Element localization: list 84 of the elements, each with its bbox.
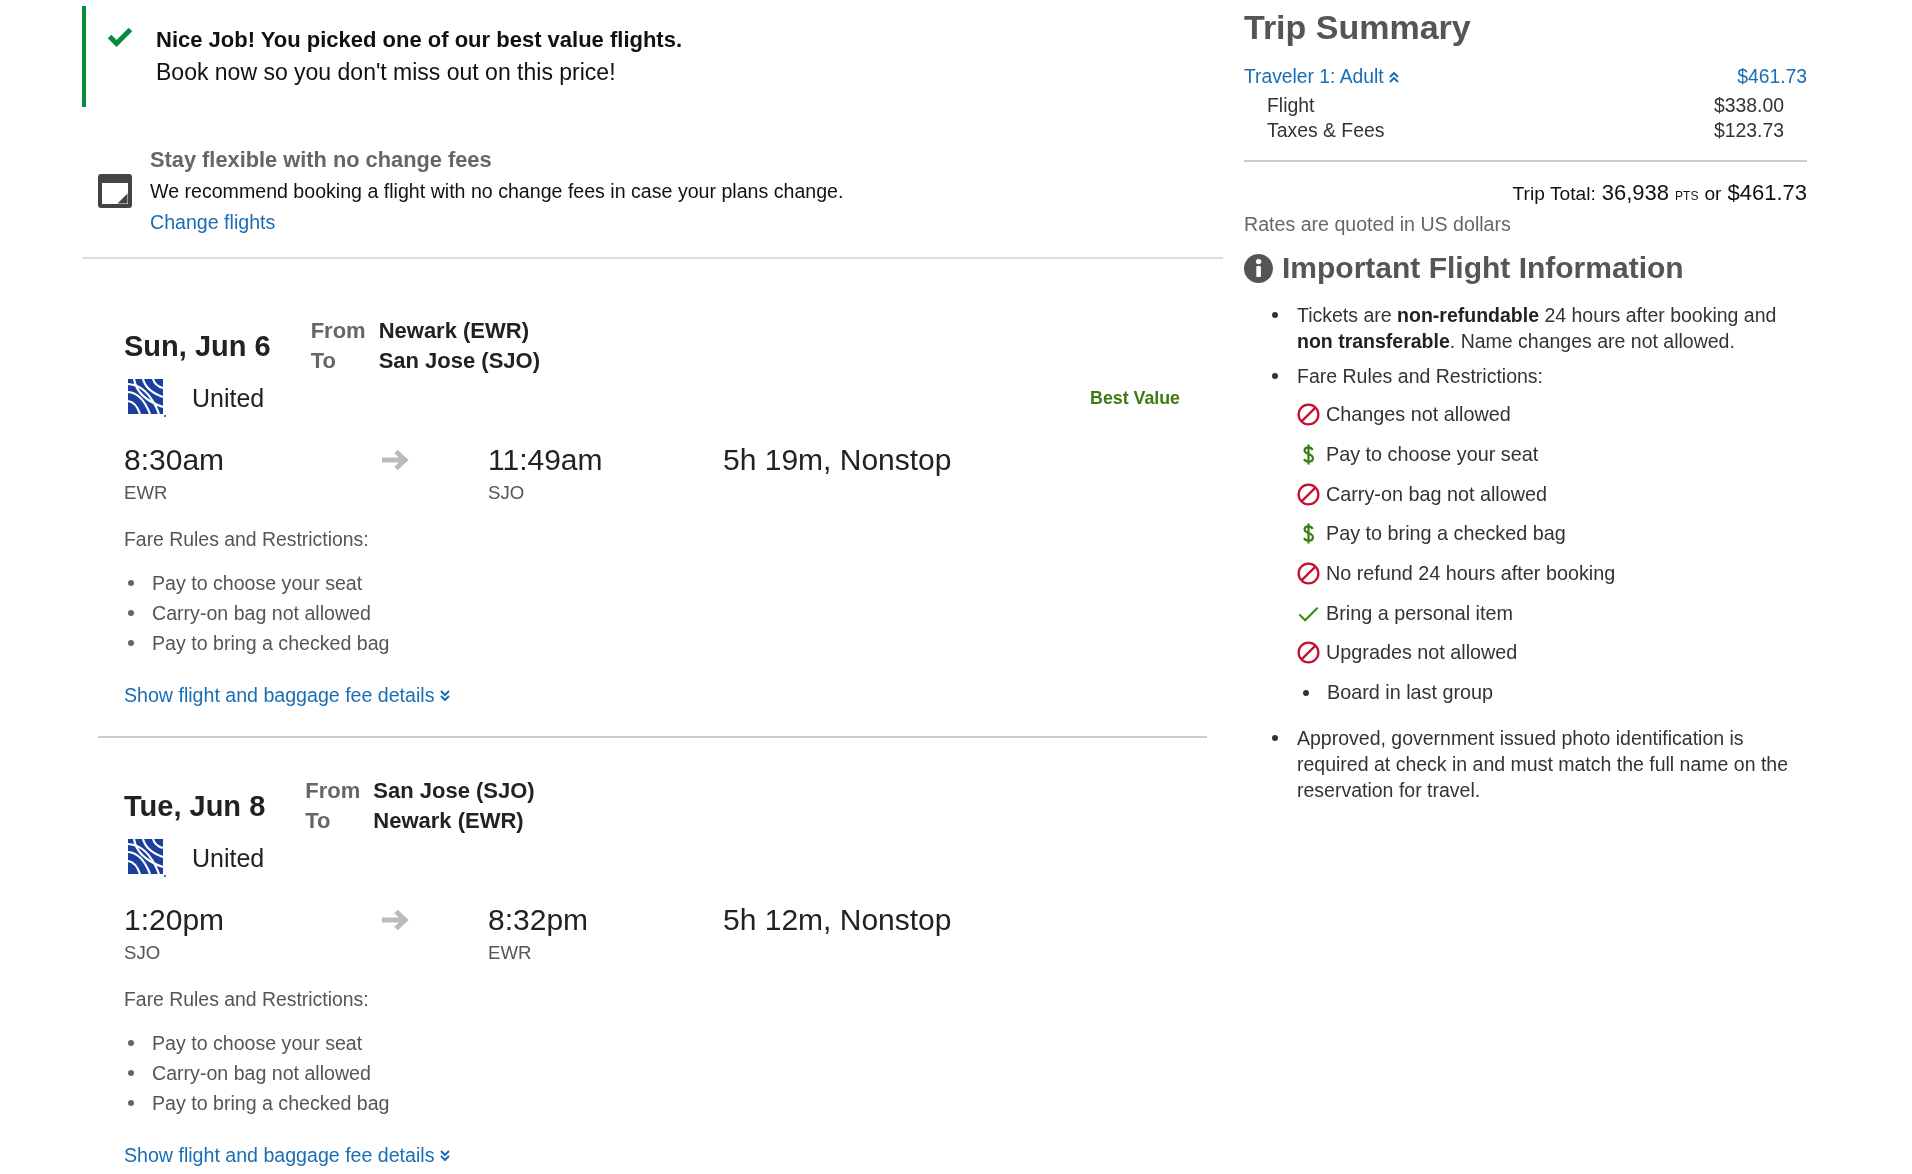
- flight-date: Sun, Jun 6: [124, 329, 271, 363]
- best-value-label: Best Value: [1090, 387, 1180, 409]
- arrow-right-icon: [380, 448, 410, 472]
- no-entry-icon: [1297, 641, 1320, 665]
- fare-rule-item: No refund 24 hours after booking: [1326, 562, 1616, 586]
- fare-rule-item: Pay to bring a checked bag: [152, 631, 390, 656]
- price-label: Flight: [1267, 93, 1315, 118]
- flight-date: Tue, Jun 8: [124, 789, 266, 823]
- bullet-icon: [128, 1040, 134, 1046]
- fare-rules-heading: Fare Rules and Restrictions:: [124, 527, 370, 551]
- flight-duration: 5h 12m, Nonstop: [723, 903, 952, 937]
- to-label: To: [310, 347, 337, 375]
- arrival-airport-code: EWR: [488, 941, 532, 965]
- traveler-price: $461.73: [1737, 65, 1807, 89]
- flight-details-link[interactable]: Show flight and baggage fee details: [124, 1143, 451, 1167]
- fare-rule-item: Pay to bring a checked bag: [152, 1091, 390, 1116]
- bullet-icon: [128, 1070, 134, 1076]
- departure-time: 1:20pm: [124, 903, 225, 937]
- points-unit: PTS: [1675, 188, 1699, 205]
- info-text: Approved, government issued photo identification is required at check in and must match the full name on the reservation for travel.: [1297, 725, 1790, 803]
- flight-duration: 5h 19m, Nonstop: [723, 443, 952, 477]
- fare-rule-item: Pay to bring a checked bag: [1326, 522, 1566, 546]
- bullet-icon: [1272, 373, 1278, 379]
- fare-rule-item: Carry-on bag not allowed: [152, 601, 371, 626]
- notice-title: Stay flexible with no change fees: [150, 147, 492, 173]
- price-label: Taxes & Fees: [1267, 118, 1385, 143]
- departure-airport-code: EWR: [124, 481, 168, 505]
- arrival-airport-code: SJO: [488, 481, 525, 505]
- airline-name: United: [192, 383, 265, 413]
- info-title: Important Flight Information: [1282, 250, 1684, 286]
- from-label: From: [305, 777, 361, 805]
- fare-rule-item: Changes not allowed: [1326, 403, 1511, 427]
- no-entry-icon: [1297, 482, 1320, 506]
- bullet-icon: [1272, 734, 1278, 741]
- change-flights-link[interactable]: Change flights: [150, 209, 276, 235]
- traveler-toggle[interactable]: Traveler 1: Adult: [1244, 65, 1399, 89]
- calendar-icon: [98, 174, 132, 208]
- rates-note: Rates are quoted in US dollars: [1244, 212, 1512, 236]
- fare-rule-item: Board in last group: [1327, 681, 1494, 705]
- to-label: To: [305, 807, 332, 835]
- fare-rule-item: Carry-on bag not allowed: [152, 1061, 371, 1086]
- flight-details-link[interactable]: Show flight and baggage fee details: [124, 683, 451, 707]
- check-icon: [108, 27, 132, 47]
- fare-rules-heading: Fare Rules and Restrictions:: [124, 987, 370, 1011]
- fare-rule-item: Upgrades not allowed: [1326, 641, 1518, 665]
- bullet-icon: [128, 580, 134, 586]
- fare-rule-item: Pay to choose your seat: [1326, 443, 1539, 467]
- fare-rule-item: Pay to choose your seat: [152, 571, 363, 596]
- fare-rule-item: Bring a personal item: [1326, 601, 1513, 625]
- info-text: Tickets are non-refundable 24 hours after booking and non transferable. Name changes are not allowed.: [1297, 303, 1778, 354]
- price-amount: $338.00: [1713, 93, 1784, 118]
- bullet-icon: [1272, 312, 1278, 318]
- bullet-icon: [128, 610, 134, 616]
- from-label: From: [310, 317, 366, 345]
- price-amount: $123.73: [1713, 118, 1784, 143]
- total-conjunction: or: [1704, 182, 1722, 206]
- no-entry-icon: [1297, 403, 1320, 427]
- departure-airport-code: SJO: [124, 941, 161, 965]
- bullet-icon: [128, 1100, 134, 1106]
- departure-time: 8:30am: [124, 443, 225, 477]
- summary-title: Trip Summary: [1244, 7, 1472, 47]
- globe-logo-icon: [128, 839, 166, 877]
- total-points: 36,938: [1601, 179, 1670, 207]
- arrival-time: 11:49am: [488, 443, 603, 477]
- bullet-icon: [1303, 689, 1309, 696]
- banner-title: Nice Job! You picked one of our best value flights.: [156, 26, 683, 54]
- arrow-right-icon: [380, 908, 410, 932]
- info-text: Fare Rules and Restrictions:: [1297, 364, 1545, 389]
- banner-message: Book now so you don't miss out on this price!: [156, 58, 617, 86]
- fare-rule-item: Carry-on bag not allowed: [1326, 482, 1547, 506]
- origin-airport: Newark (EWR): [378, 317, 530, 345]
- bullet-icon: [128, 640, 134, 646]
- no-entry-icon: [1297, 562, 1320, 586]
- total-label: Trip Total:: [1512, 182, 1596, 206]
- origin-airport: San Jose (SJO): [373, 777, 535, 805]
- notice-message: We recommend booking a flight with no change fees in case your plans change.: [150, 179, 844, 204]
- arrival-time: 8:32pm: [488, 903, 589, 937]
- globe-logo-icon: [128, 379, 166, 417]
- destination-airport: Newark (EWR): [373, 807, 525, 835]
- destination-airport: San Jose (SJO): [378, 347, 541, 375]
- total-price: $461.73: [1727, 179, 1807, 207]
- info-icon: [1244, 253, 1273, 283]
- airline-name: United: [192, 843, 265, 873]
- fare-rule-item: Pay to choose your seat: [152, 1031, 363, 1056]
